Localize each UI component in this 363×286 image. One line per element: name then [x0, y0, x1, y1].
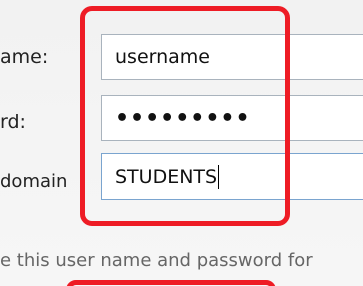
username-value: username [115, 46, 210, 68]
domain-value: STUDENTS [115, 165, 218, 188]
domain-label: domain [0, 171, 68, 192]
remember-credentials-text: e this user name and password for [0, 250, 313, 271]
password-input[interactable]: ••••••••• [101, 95, 363, 141]
credentials-dialog: ame: username rd: ••••••••• domain STUDE… [0, 0, 363, 286]
password-value: ••••••••• [115, 105, 251, 131]
username-input[interactable]: username [101, 34, 363, 80]
domain-input[interactable]: STUDENTS [101, 153, 363, 200]
username-label: ame: [0, 46, 49, 68]
password-label: rd: [0, 111, 26, 133]
text-caret [218, 164, 220, 189]
highlight-box-bottom [66, 280, 276, 286]
